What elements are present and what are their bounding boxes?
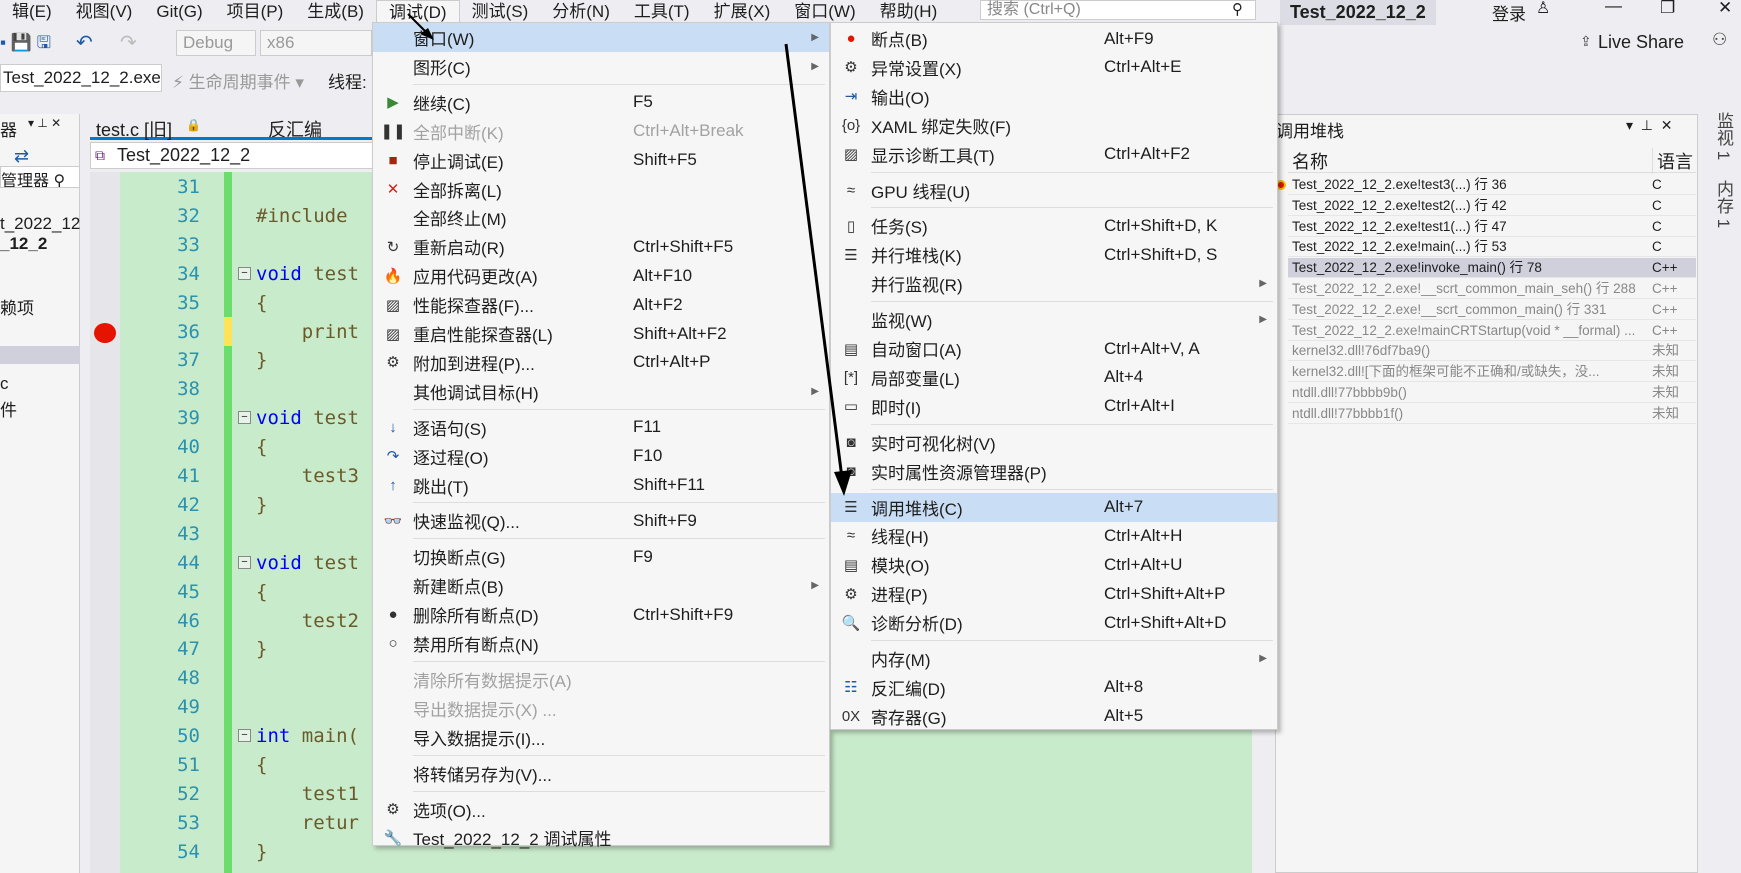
arrow-line <box>784 43 844 479</box>
arrow-head <box>834 470 852 496</box>
arrow-head <box>420 28 434 40</box>
annotation-arrows <box>407 13 852 496</box>
